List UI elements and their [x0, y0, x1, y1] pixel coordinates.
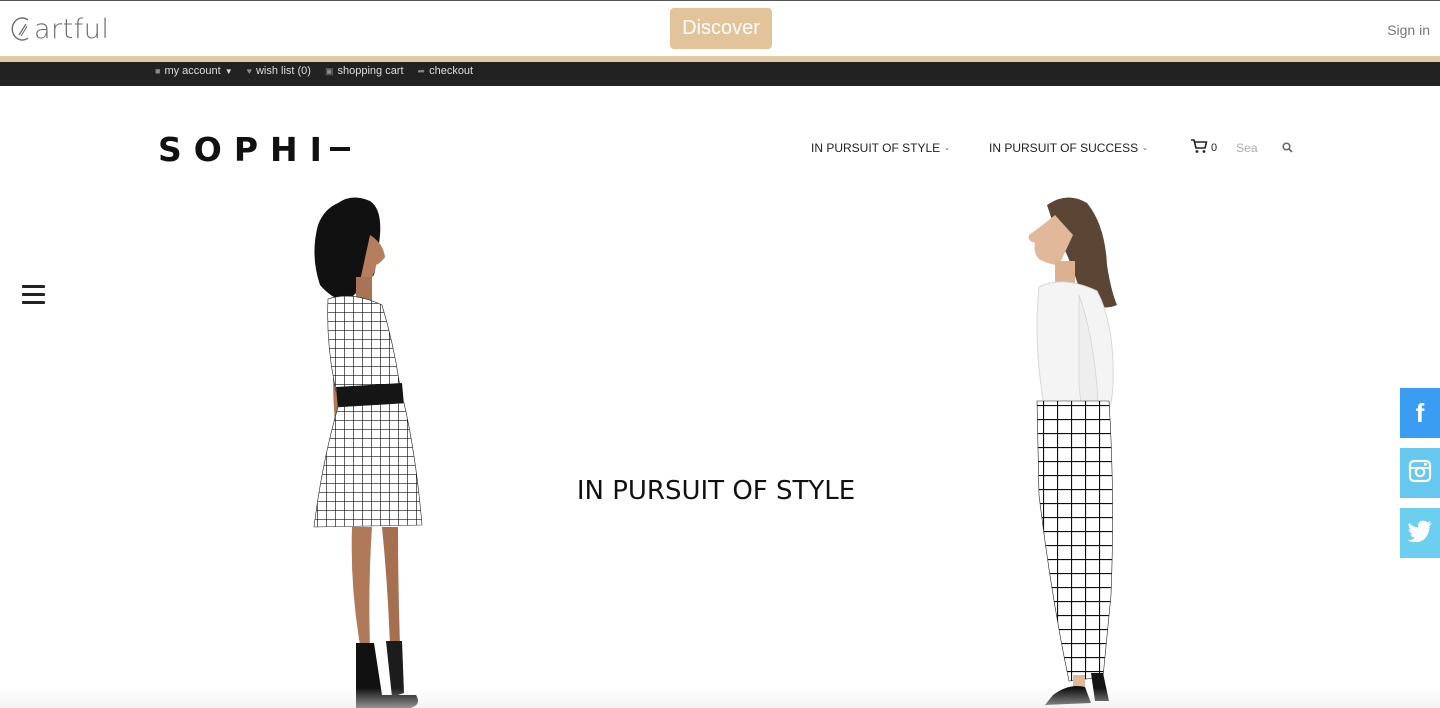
sign-in-link[interactable]: Sign in: [1387, 22, 1430, 38]
chevron-down-icon: ⌄: [944, 144, 951, 152]
checkout-link[interactable]: ➦ checkout: [418, 65, 474, 77]
model-image-left: [313, 197, 423, 708]
main-nav: IN PURSUIT OF STYLE ⌄ IN PURSUIT OF SUCC…: [811, 138, 1293, 157]
search-input[interactable]: [1236, 140, 1271, 155]
hero-bottom-fade: [0, 688, 1440, 708]
chevron-down-icon: ⌄: [1142, 144, 1149, 152]
nav-item-in-pursuit-of-style[interactable]: IN PURSUIT OF STYLE ⌄: [811, 141, 950, 155]
caret-down-icon: ▼: [224, 66, 233, 76]
model-image-right: [1028, 197, 1117, 705]
facebook-icon: f: [1415, 397, 1425, 428]
wish-list-link[interactable]: ♥ wish list (0): [247, 65, 311, 77]
cartful-bar: artful Discover Sign in: [0, 0, 1440, 59]
discover-button[interactable]: Discover: [670, 8, 772, 49]
nav-item-label: IN PURSUIT OF SUCCESS: [989, 140, 1139, 155]
share-arrow-icon: ➦: [417, 65, 426, 76]
search-icon[interactable]: [1282, 142, 1293, 153]
cart-count: 0: [1211, 141, 1218, 154]
hamburger-menu-icon[interactable]: [22, 285, 45, 305]
wish-list-label: wish list (0): [255, 65, 311, 77]
shopping-cart-link[interactable]: ▣ shopping cart: [325, 65, 404, 77]
site-logo[interactable]: SOPHI: [158, 130, 350, 169]
shopping-cart-label: shopping cart: [337, 65, 404, 77]
my-account-link[interactable]: ■ my account ▼: [155, 65, 233, 77]
instagram-icon: [1408, 459, 1432, 487]
header-cart-link[interactable]: 0: [1190, 138, 1217, 157]
logo-dash: [329, 146, 350, 151]
twitter-icon: [1407, 520, 1433, 546]
cart-icon: ▣: [324, 65, 334, 76]
account-bar: ■ my account ▼ ♥ wish list (0) ▣ shoppin…: [0, 59, 1440, 86]
hero-title: IN PURSUIT OF STYLE: [576, 476, 856, 506]
user-icon: ■: [155, 66, 161, 76]
cart-icon: [1190, 138, 1208, 157]
cartful-c-icon: [11, 14, 33, 44]
cartful-logo[interactable]: artful: [11, 11, 109, 47]
heart-icon: ♥: [246, 66, 252, 76]
my-account-label: my account: [164, 65, 221, 77]
nav-item-label: IN PURSUIT OF STYLE: [811, 140, 941, 155]
checkout-label: checkout: [429, 65, 474, 77]
cartful-logo-text: artful: [34, 13, 110, 45]
instagram-button[interactable]: [1400, 448, 1440, 498]
facebook-button[interactable]: f: [1400, 388, 1440, 438]
twitter-button[interactable]: [1400, 508, 1440, 558]
nav-item-in-pursuit-of-success[interactable]: IN PURSUIT OF SUCCESS ⌄: [989, 141, 1148, 155]
site-logo-text: SOPHI: [158, 130, 334, 169]
